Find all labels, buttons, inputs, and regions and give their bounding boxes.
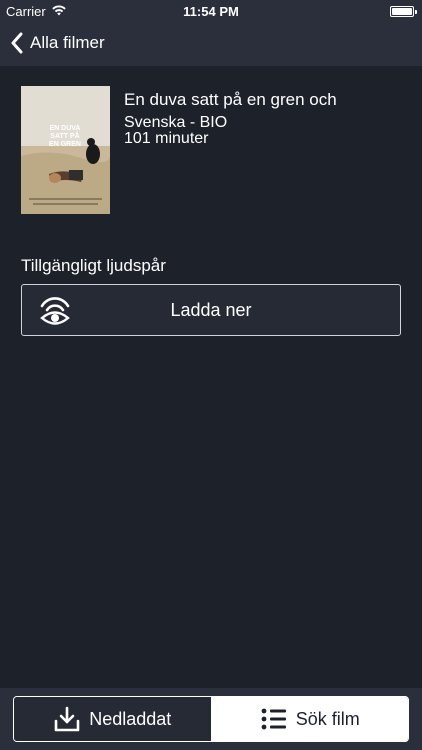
back-button[interactable]: Alla filmer [10,30,105,56]
movie-duration: 101 minuter [124,130,209,147]
tab-downloaded[interactable]: Nedladdat [14,697,212,741]
status-bar: Carrier 11:54 PM [0,0,422,22]
status-time: 11:54 PM [183,4,239,19]
tab-search-film[interactable]: Sök film [211,697,408,741]
tab-downloaded-label: Nedladdat [89,708,172,729]
poster-image: EN DUVA SATT PÅ EN GREN [21,86,110,214]
download-button[interactable]: Ladda ner [21,284,401,336]
app-root: Carrier 11:54 PM Alla filmer EN DUVA SAT… [0,0,422,750]
battery-nub [415,10,417,14]
chevron-left-icon [11,32,23,54]
movie-title: En duva satt på en gren och [124,90,337,109]
list-icon [261,708,286,730]
movie-poster: EN DUVA SATT PÅ EN GREN [21,86,110,214]
back-button-label: Alla filmer [30,33,105,52]
poster-title-line-2: SATT PÅ [50,131,79,140]
audio-track-heading: Tillgängligt ljudspår [21,256,166,275]
battery-fill [392,8,412,15]
tab-segmented-control: Nedladdat Sök film [13,696,409,742]
tab-search-film-label: Sök film [295,708,360,729]
download-button-label: Ladda ner [170,300,252,320]
poster-title-line-3: EN GREN [49,141,81,148]
download-tray-icon [54,706,80,732]
poster-title-line-1: EN DUVA [50,125,81,132]
navigation-bar: Carrier 11:54 PM Alla filmer [0,0,422,66]
battery-icon [390,6,417,17]
